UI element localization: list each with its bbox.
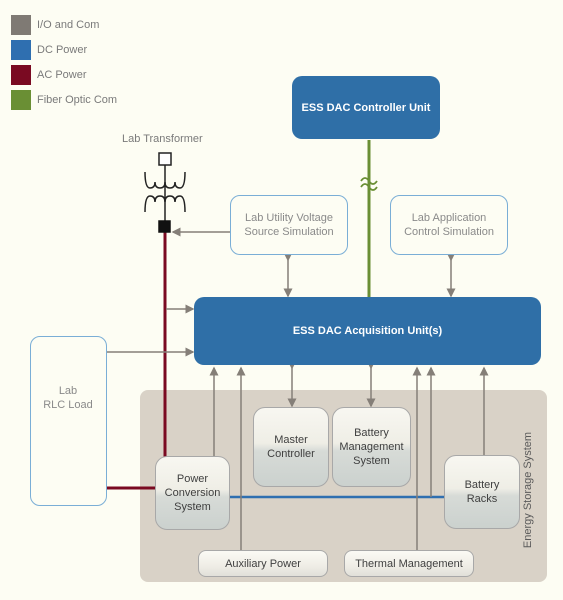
acquisition-label: ESS DAC Acquisition Unit(s) xyxy=(292,325,443,337)
ess-dac-controller-unit[interactable]: ESS DAC Controller Unit xyxy=(292,76,440,139)
lab-utility-voltage-sim-box[interactable]: Lab Utility Voltage Source Simulation xyxy=(230,195,348,255)
controller-label: ESS DAC Controller Unit xyxy=(301,101,431,114)
racks-line2: Racks xyxy=(466,493,498,505)
master-line2: Controller xyxy=(267,448,315,460)
ess-dac-acquisition-unit[interactable]: ESS DAC Acquisition Unit(s) xyxy=(194,297,541,365)
auxiliary-power-box[interactable]: Auxiliary Power xyxy=(198,550,328,577)
transformer-icon xyxy=(144,152,186,233)
energy-storage-system-label: Energy Storage System xyxy=(522,431,534,549)
pcs-line2: Conversion xyxy=(164,487,221,499)
racks-line1: Battery xyxy=(464,479,500,491)
bms-line3: System xyxy=(353,455,390,467)
battery-management-system-box[interactable]: Battery Management System xyxy=(332,407,411,487)
lab-rlc-load-box[interactable] xyxy=(30,336,107,506)
rlc-label: Lab RLC Load xyxy=(30,384,106,412)
pcs-line3: System xyxy=(174,501,211,513)
pcs-line1: Power xyxy=(176,473,209,485)
thermal-label: Thermal Management xyxy=(355,557,463,570)
lab-application-control-sim-box[interactable]: Lab Application Control Simulation xyxy=(390,195,508,255)
power-conversion-system-box[interactable]: Power Conversion System xyxy=(155,456,230,530)
aux-label: Auxiliary Power xyxy=(225,557,301,570)
utility-sim-line1: Lab Utility Voltage xyxy=(244,212,334,224)
app-sim-line1: Lab Application xyxy=(411,212,487,224)
utility-sim-line2: Source Simulation xyxy=(244,226,334,238)
bms-line2: Management xyxy=(339,441,404,453)
battery-racks-box[interactable]: Battery Racks xyxy=(444,455,520,529)
bms-line1: Battery xyxy=(354,427,389,439)
rlc-line1: Lab xyxy=(58,385,78,397)
thermal-management-box[interactable]: Thermal Management xyxy=(344,550,474,577)
app-sim-line2: Control Simulation xyxy=(404,226,494,238)
rlc-line2: RLC Load xyxy=(43,399,93,411)
master-controller-box[interactable]: Master Controller xyxy=(253,407,329,487)
master-line1: Master xyxy=(274,434,308,446)
lab-transformer-label: Lab Transformer xyxy=(122,133,203,145)
